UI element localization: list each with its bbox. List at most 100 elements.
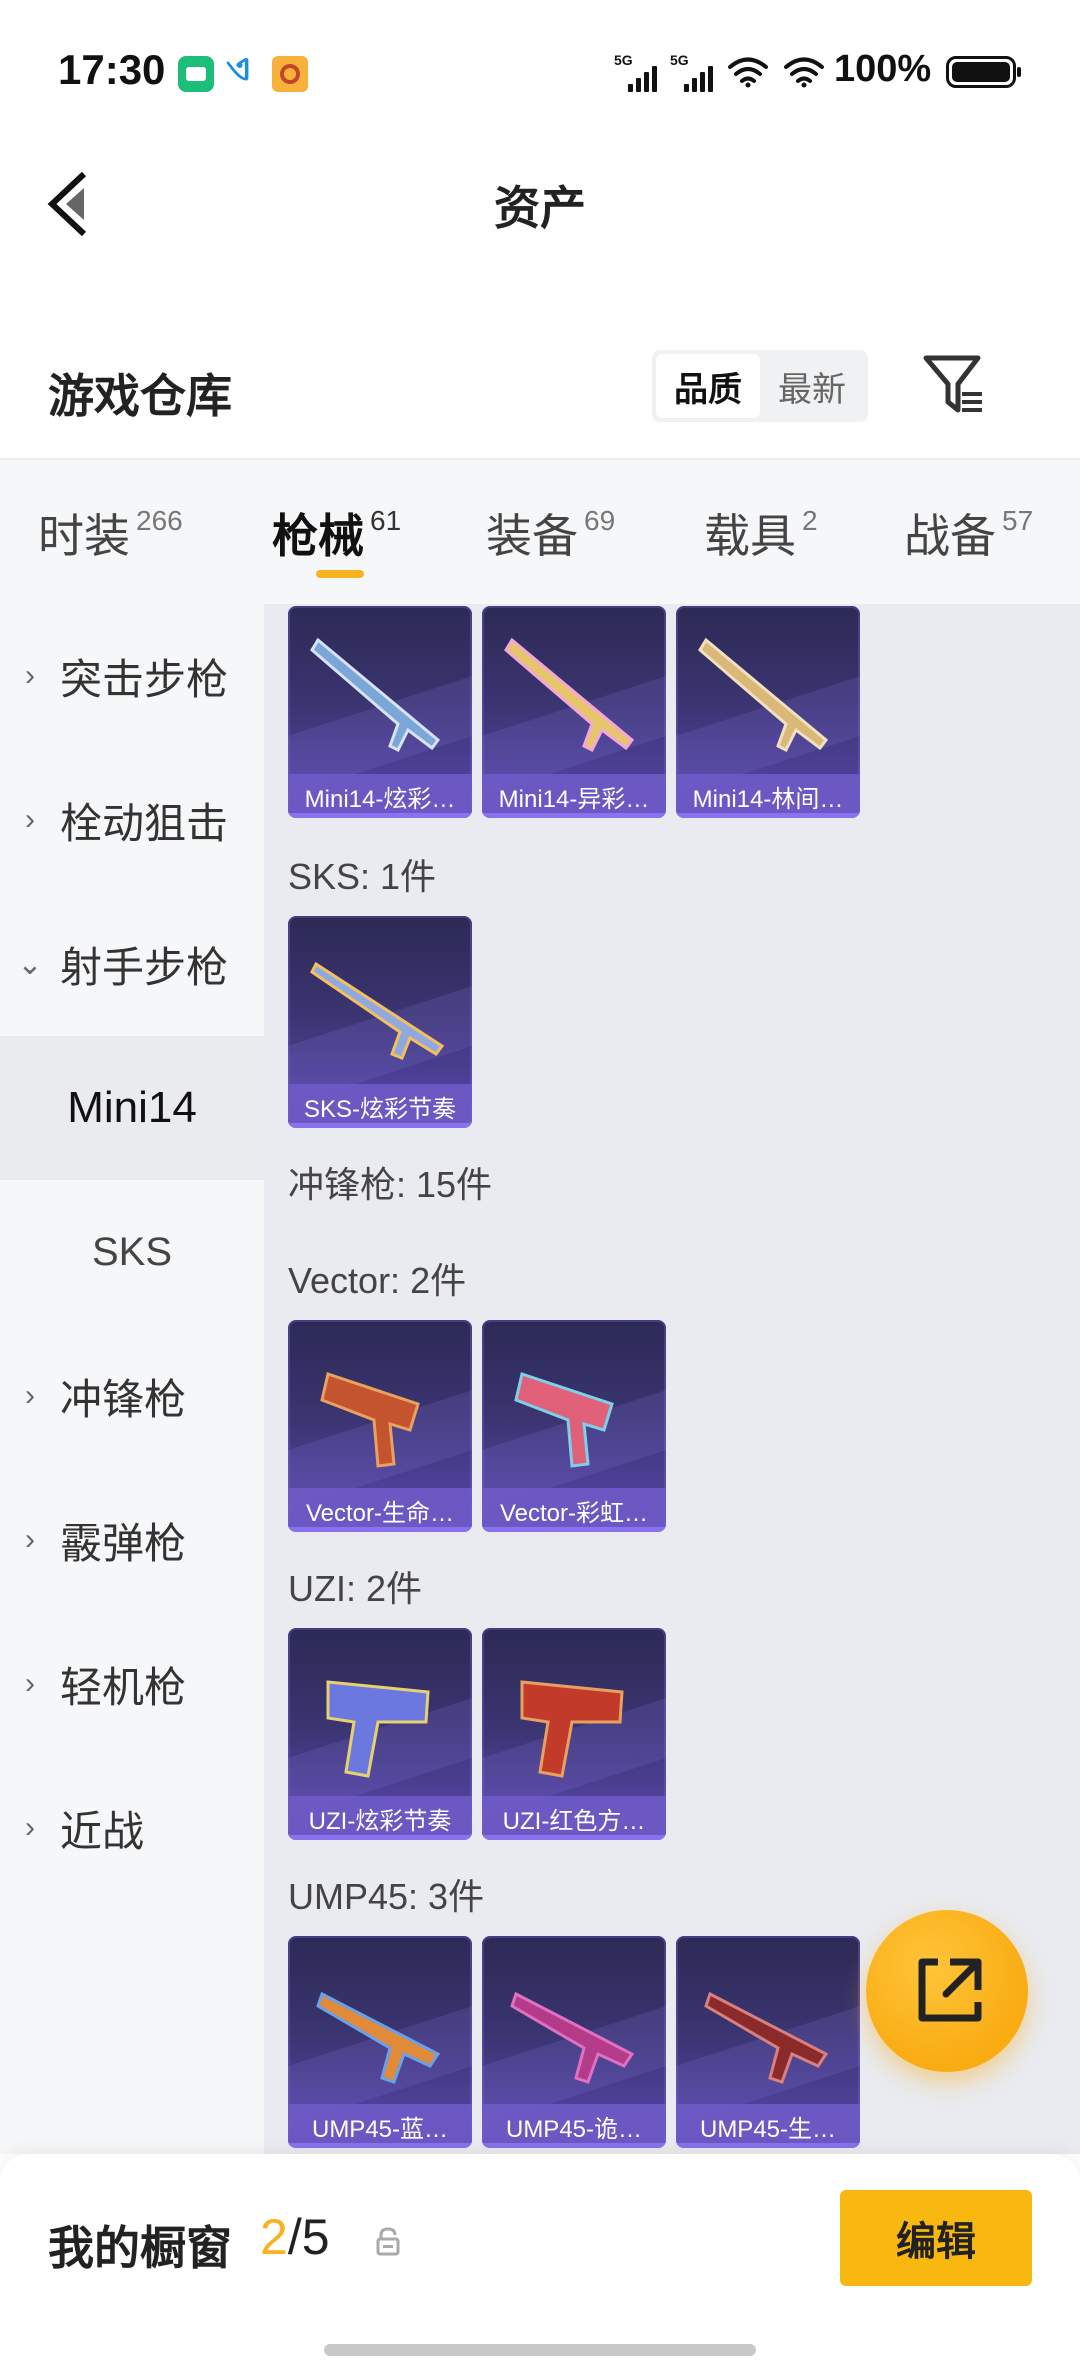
tab-count: 69 (584, 505, 616, 536)
category-tabs: 时装 266 枪械 61 装备 69 载具 2 战备 57 (0, 458, 1080, 604)
filter-button[interactable] (922, 352, 986, 418)
tab-count: 57 (1002, 505, 1034, 536)
skin-card[interactable]: Mini14-异彩… (482, 606, 666, 818)
chevron-right-icon: › (25, 1523, 35, 1556)
skin-name: UZI-红色方… (482, 1796, 666, 1840)
skin-card[interactable]: Mini14-炫彩… (288, 606, 472, 818)
skin-card[interactable]: UMP45-生… (676, 1936, 860, 2148)
sidebar-item-bolt-sniper[interactable]: › 栓动狙击 (0, 748, 264, 892)
chevron-right-icon: › (25, 1811, 35, 1844)
skin-name: Vector-彩虹… (482, 1488, 666, 1532)
edit-button[interactable]: 编辑 (840, 2190, 1032, 2286)
showcase-current: 2 (260, 2209, 288, 2265)
tab-equipment[interactable]: 装备 69 (486, 500, 615, 566)
tab-label: 载具 (704, 510, 796, 562)
group-label-smg: 冲锋枪: 15件 (288, 1164, 493, 1205)
status-time: 17:30 (58, 46, 166, 93)
smg-icon (514, 1372, 614, 1468)
tab-label: 时装 (38, 510, 130, 562)
wifi-icon (728, 57, 768, 88)
sidebar-item-label: 轻机枪 (60, 1663, 187, 1711)
signal-icon: 5G (670, 52, 716, 92)
telecom-icon: ଏ (226, 50, 250, 88)
skin-card[interactable]: Mini14-林间… (676, 606, 860, 818)
skin-name: Vector-生命… (288, 1488, 472, 1532)
skin-card[interactable]: SKS-炫彩节奏 (288, 916, 472, 1128)
chevron-right-icon: › (25, 1379, 35, 1412)
sidebar-item-label: 射手步枪 (60, 943, 229, 991)
rifle-icon (698, 637, 829, 753)
skin-card[interactable]: UZI-红色方… (482, 1628, 666, 1840)
sidebar-item-marksman-rifle[interactable]: ⌄ 射手步枪 (0, 892, 264, 1036)
rifle-icon (310, 961, 445, 1060)
group-label-vector: Vector: 2件 (288, 1260, 467, 1301)
chevron-right-icon: › (25, 803, 35, 836)
chevron-right-icon: › (25, 659, 35, 692)
skin-name: Mini14-林间… (676, 774, 860, 818)
group-label-sks: SKS: 1件 (288, 856, 437, 897)
battery-icon (946, 56, 1021, 88)
chevron-down-icon: ⌄ (17, 947, 43, 981)
rifle-icon (504, 637, 635, 753)
tab-count: 61 (370, 505, 402, 536)
tab-fashion[interactable]: 时装 266 (38, 500, 183, 566)
sort-toggle: 品质 最新 (652, 350, 868, 422)
skin-card[interactable]: Vector-生命… (288, 1320, 472, 1532)
signal-icon: 5G (614, 52, 660, 92)
tab-label: 装备 (486, 510, 578, 562)
warehouse-title: 游戏仓库 (48, 370, 232, 422)
page-title: 资产 (494, 182, 586, 234)
sidebar-subitem-sks[interactable]: SKS (0, 1180, 264, 1324)
skin-name: UMP45-生… (676, 2104, 860, 2148)
tab-firearms[interactable]: 枪械 61 (272, 500, 401, 566)
sidebar-subitem-mini14[interactable]: Mini14 (0, 1036, 264, 1180)
skin-name: SKS-炫彩节奏 (288, 1084, 472, 1128)
smg-icon (320, 1372, 420, 1468)
battery-percent: 100% (834, 48, 932, 90)
sidebar-item-label: 近战 (60, 1807, 145, 1855)
status-bar: 17:30 ଏ 5G 5G 100% (0, 0, 1080, 140)
tab-label: 战备 (904, 510, 996, 562)
lock-icon (376, 2227, 400, 2256)
sidebar-item-shotgun[interactable]: › 霰弹枪 (0, 1468, 264, 1612)
skin-card[interactable]: UMP45-诡… (482, 1936, 666, 2148)
sidebar-item-melee[interactable]: › 近战 (0, 1756, 264, 1900)
active-tab-indicator (316, 570, 364, 578)
skin-name: Mini14-炫彩… (288, 774, 472, 818)
game-notification-icon (272, 56, 308, 92)
sidebar-item-label: 冲锋枪 (60, 1375, 187, 1423)
sidebar-item-assault-rifle[interactable]: › 突击步枪 (0, 604, 264, 748)
tab-supplies[interactable]: 战备 57 (904, 500, 1033, 566)
smg-icon (510, 1991, 635, 2084)
tab-vehicles[interactable]: 载具 2 (704, 500, 818, 566)
rifle-icon (310, 637, 441, 753)
home-indicator (324, 2344, 756, 2356)
sidebar-item-label: 栓动狙击 (60, 799, 229, 847)
skin-card[interactable]: UZI-炫彩节奏 (288, 1628, 472, 1840)
sidebar-item-smg[interactable]: › 冲锋枪 (0, 1324, 264, 1468)
skin-card[interactable]: Vector-彩虹… (482, 1320, 666, 1532)
skin-card[interactable]: UMP45-蓝… (288, 1936, 472, 2148)
showcase-total: /5 (287, 2209, 330, 2265)
sidebar-item-label: 霰弹枪 (60, 1519, 187, 1567)
group-label-uzi: UZI: 2件 (288, 1568, 423, 1609)
skin-name: UZI-炫彩节奏 (288, 1796, 472, 1840)
pistol-icon (520, 1680, 624, 1778)
chevron-right-icon: › (25, 1667, 35, 1700)
share-button[interactable] (866, 1910, 1028, 2072)
tab-label: 枪械 (272, 510, 364, 562)
sort-option-latest[interactable]: 最新 (760, 354, 864, 418)
sidebar-item-lmg[interactable]: › 轻机枪 (0, 1612, 264, 1756)
share-icon (918, 1958, 982, 2022)
tab-count: 2 (802, 505, 818, 536)
app-notification-icon (178, 56, 214, 92)
weapon-category-sidebar: › 突击步枪 › 栓动狙击 ⌄ 射手步枪 Mini14 SKS › 冲锋枪 › 霰弹枪 ›… (0, 604, 264, 2154)
showcase-bar: 我的橱窗 2/5 编辑 (0, 2154, 1080, 2376)
pistol-icon (326, 1680, 430, 1778)
group-label-ump45: UMP45: 3件 (288, 1876, 485, 1917)
tab-count: 266 (136, 505, 183, 536)
skin-name: UMP45-诡… (482, 2104, 666, 2148)
showcase-count: 2/5 (260, 2208, 330, 2266)
sort-option-quality[interactable]: 品质 (656, 354, 760, 418)
sidebar-item-label: 突击步枪 (60, 655, 229, 703)
